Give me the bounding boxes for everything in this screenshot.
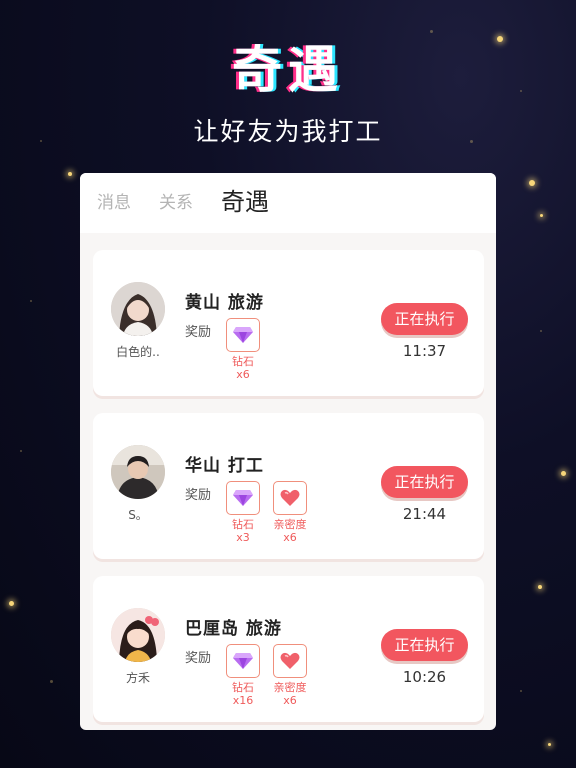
star-decoration [548,743,551,746]
reward-count: x6 [236,368,250,381]
reward-count: x6 [283,531,297,544]
tab-messages[interactable]: 消息 [97,188,131,213]
tab-bar: 消息 关系 奇遇 [80,173,496,233]
star-dust [50,680,53,683]
reward-label: 奖励 [185,325,212,340]
star-dust [20,450,22,452]
avatar[interactable] [111,282,165,336]
task-time: 21:44 [402,505,447,523]
task-card[interactable]: 方禾 巴厘岛 旅游 奖励 钻石 x16 亲密度 x6 正在执行 10:26 [93,576,484,722]
reward-count: x6 [283,694,297,707]
star-decoration [9,601,14,606]
star-dust [30,300,32,302]
star-decoration [561,471,566,476]
diamond-icon [226,644,260,678]
tab-relations[interactable]: 关系 [159,188,193,213]
main-panel: 消息 关系 奇遇 白色的.. 黄山 旅游 奖励 钻石 x6 正在执行 11:37 [80,173,496,730]
reward-item: 钻石 x16 [225,644,261,707]
star-decoration [529,180,535,186]
reward-name: 钻石 [232,681,254,694]
star-decoration [68,172,72,176]
star-dust [520,690,522,692]
reward-label: 奖励 [185,488,212,503]
avatar[interactable] [111,608,165,662]
reward-name: 亲密度 [273,518,307,531]
reward-count: x3 [236,531,250,544]
star-dust [540,330,542,332]
reward-item: 钻石 x3 [225,481,261,544]
reward-count: x16 [232,694,254,707]
diamond-icon [226,318,260,352]
status-button[interactable]: 正在执行 [381,629,468,661]
task-title: 华山 打工 [185,456,264,476]
reward-item: 亲密度 x6 [272,481,308,544]
avatar[interactable] [111,445,165,499]
heart-icon [273,481,307,515]
user-name: 白色的.. [116,345,160,359]
task-card[interactable]: 白色的.. 黄山 旅游 奖励 钻石 x6 正在执行 11:37 [93,250,484,396]
reward-name: 钻石 [232,518,254,531]
page-subtitle: 让好友为我打工 [193,117,383,146]
status-button[interactable]: 正在执行 [381,466,468,498]
task-time: 10:26 [402,668,447,686]
heart-icon [273,644,307,678]
task-time: 11:37 [402,342,447,360]
task-card[interactable]: S。 华山 打工 奖励 钻石 x3 亲密度 x6 正在执行 21:44 [93,413,484,559]
reward-item: 亲密度 x6 [272,644,308,707]
status-button[interactable]: 正在执行 [381,303,468,335]
user-name: S。 [128,508,148,522]
task-title: 黄山 旅游 [185,293,264,313]
page-title: 奇遇 [232,41,344,99]
task-title: 巴厘岛 旅游 [185,619,282,639]
reward-label: 奖励 [185,651,212,666]
reward-name: 钻石 [232,355,254,368]
reward-item: 钻石 x6 [225,318,261,381]
star-decoration [540,214,543,217]
reward-name: 亲密度 [273,681,307,694]
diamond-icon [226,481,260,515]
star-decoration [538,585,542,589]
tab-encounters[interactable]: 奇遇 [221,182,269,217]
user-name: 方禾 [125,671,150,685]
